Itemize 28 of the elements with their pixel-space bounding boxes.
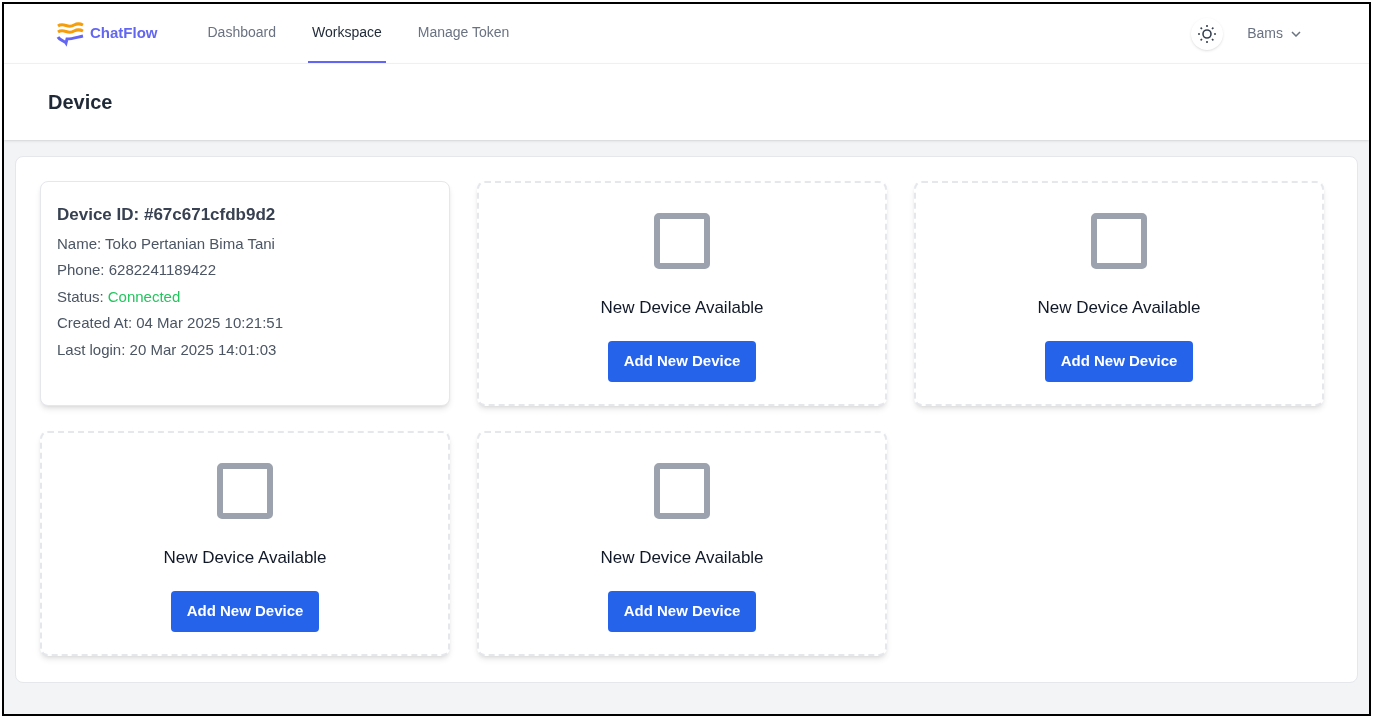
- device-info: Created At: 04 Mar 2025 10:21:51: [57, 313, 284, 333]
- add-device-button[interactable]: Add New Device: [170, 590, 320, 632]
- square-icon: [217, 463, 273, 519]
- page-title: Device: [48, 90, 113, 115]
- device-info: Name: Toko Pertanian Bima Tani: [57, 233, 276, 254]
- logo-icon: [56, 20, 86, 47]
- nav-tab[interactable]: Dashboard: [203, 4, 280, 63]
- device-id: Device ID: #67c671cfdb9d2: [57, 204, 277, 226]
- brand-name[interactable]: ChatFlow: [90, 22, 158, 45]
- slot-title: New Device Available: [163, 547, 327, 569]
- slot-title: New Device Available: [600, 547, 764, 569]
- status-label: Status:: [57, 286, 104, 307]
- device-info: Last login: 20 Mar 2025 14:01:03: [57, 339, 278, 360]
- nav-tab[interactable]: Manage Token: [413, 4, 514, 63]
- status-value: Connected: [107, 286, 181, 307]
- user-menu-button[interactable]: Bams: [1247, 23, 1301, 44]
- add-device-button[interactable]: Add New Device: [607, 590, 757, 632]
- slot-title: New Device Available: [600, 297, 764, 319]
- square-icon: [654, 463, 710, 519]
- add-device-button[interactable]: Add New Device: [1044, 340, 1194, 382]
- add-device-button[interactable]: Add New Device: [607, 340, 757, 382]
- theme-toggle-button[interactable]: [1191, 17, 1224, 50]
- sun-icon: [1197, 23, 1218, 44]
- square-icon: [1091, 213, 1147, 269]
- chevron-down-icon: [1291, 30, 1301, 37]
- slot-title: New Device Available: [1037, 297, 1201, 319]
- square-icon: [654, 213, 710, 269]
- device-info: Phone: 6282241189422: [57, 260, 218, 280]
